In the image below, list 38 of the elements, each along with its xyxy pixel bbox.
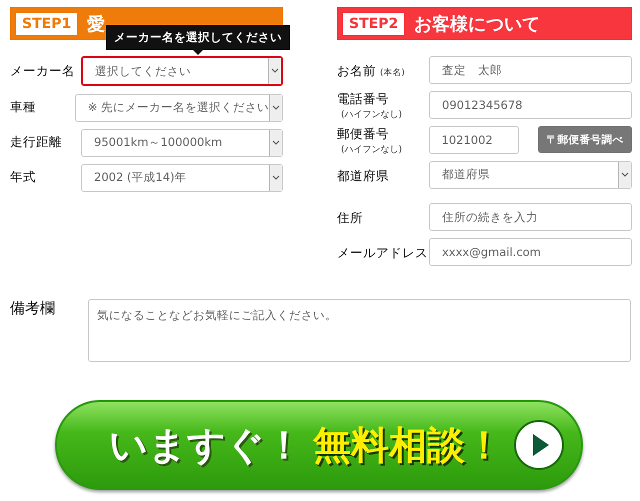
field-label: 住所 xyxy=(337,210,363,224)
section-title: 愛 xyxy=(87,12,106,36)
caret-icon xyxy=(268,58,281,84)
field-label: 車種 xyxy=(10,99,37,116)
field-note: (ハイフンなし) xyxy=(341,144,404,156)
input-field[interactable]: 住所の続きを入力 xyxy=(429,202,632,230)
caret-icon xyxy=(269,164,282,190)
field-label: 郵便番号 xyxy=(337,126,389,141)
step-badge: STEP1 xyxy=(16,12,78,34)
field-label: 備考欄 xyxy=(10,299,56,318)
tooltip: メーカー名を選択してください xyxy=(106,25,290,50)
field-label: メーカー名 xyxy=(10,62,76,80)
field-note: (本名) xyxy=(380,68,405,78)
select-field[interactable]: 95001km～100000km xyxy=(81,128,283,156)
remarks-field[interactable]: 気になることなどお気軽にご記入ください。 xyxy=(88,299,631,362)
select-field[interactable]: 選択してください xyxy=(81,56,283,86)
play-icon xyxy=(513,419,565,471)
input-field[interactable]: 1021002 xyxy=(428,126,519,154)
postal-lookup-button[interactable]: 〒郵便番号調べ xyxy=(538,126,632,153)
step-badge: STEP2 xyxy=(343,12,404,34)
field-label: 都道府県 xyxy=(337,168,389,182)
field-label: 走行距離 xyxy=(10,134,63,151)
field-note: (ハイフンなし) xyxy=(341,109,404,121)
input-field[interactable]: 09012345678 xyxy=(429,90,632,118)
select-field[interactable]: 2002 (平成14)年 xyxy=(81,164,283,192)
input-field[interactable]: xxxx@gmail.com xyxy=(429,238,632,266)
input-field[interactable]: 査定 太郎 xyxy=(429,56,632,84)
field-label: 年式 xyxy=(10,169,37,186)
tooltip-arrow-icon xyxy=(193,50,203,55)
field-label: お名前 xyxy=(337,62,376,78)
field-label: 電話番号 xyxy=(337,91,389,106)
section-title: お客様について xyxy=(414,12,540,36)
caret-icon xyxy=(269,94,282,120)
caret-icon xyxy=(618,162,631,188)
caret-icon xyxy=(269,130,282,156)
select-field[interactable]: 都道府県 xyxy=(429,160,632,188)
select-field[interactable]: ※ 先にメーカー名を選択ください xyxy=(74,94,283,122)
field-label: メールアドレス xyxy=(337,244,428,260)
